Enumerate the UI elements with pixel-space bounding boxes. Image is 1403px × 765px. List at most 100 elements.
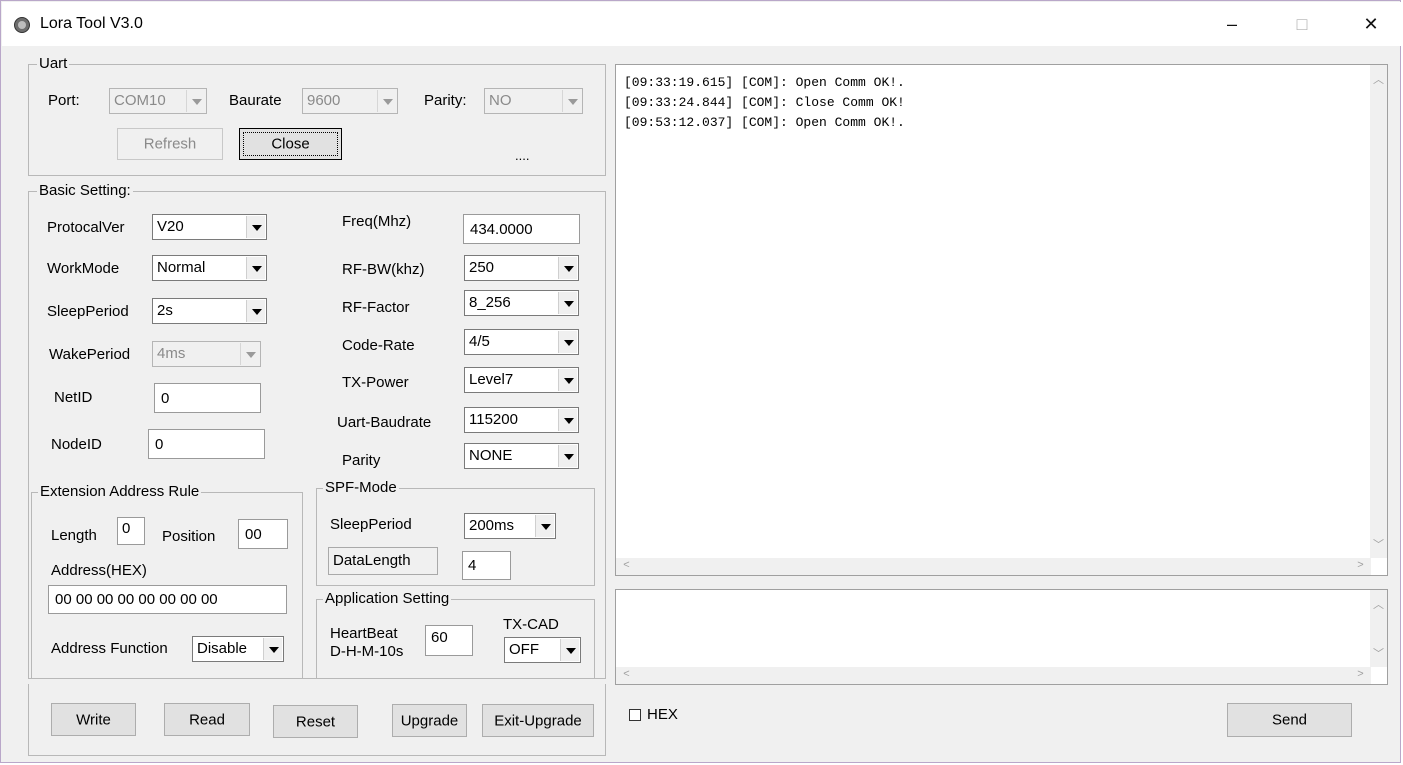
send-button-label: Send	[1271, 711, 1308, 729]
scroll-up-icon[interactable]: ︿	[1370, 596, 1387, 612]
log-horizontal-scrollbar[interactable]: < >	[616, 558, 1371, 575]
upgrade-button[interactable]: Upgrade	[392, 704, 467, 737]
scroll-down-icon[interactable]: ﹀	[1370, 645, 1387, 661]
reset-button-label: Reset	[295, 713, 336, 730]
address-hex-label: Address(HEX)	[51, 562, 147, 579]
datalength-input[interactable]: 4	[462, 551, 511, 580]
wakeperiod-label: WakePeriod	[49, 346, 131, 363]
datalength-value: 4	[468, 557, 477, 574]
chevron-down-icon	[240, 343, 259, 365]
txpower-select[interactable]: Level7	[464, 367, 579, 393]
uart-parity-select[interactable]: NO	[484, 88, 583, 114]
baurate-value: 9600	[307, 92, 341, 109]
protocal-select[interactable]: V20	[152, 214, 267, 240]
uart-status-text: ....	[515, 148, 530, 163]
chevron-down-icon	[558, 292, 577, 314]
hex-checkbox[interactable]	[629, 709, 641, 721]
scroll-down-icon[interactable]: ﹀	[1370, 536, 1387, 552]
refresh-button[interactable]: Refresh	[117, 128, 223, 160]
chevron-down-icon	[246, 257, 265, 279]
txcad-value: OFF	[509, 641, 539, 658]
uart-baudrate-value: 115200	[469, 411, 518, 428]
length-input[interactable]: 0	[117, 517, 145, 545]
rffactor-label: RF-Factor	[342, 299, 410, 316]
rffactor-select[interactable]: 8_256	[464, 290, 579, 316]
maximize-button[interactable]: □	[1279, 2, 1325, 46]
sleepperiod-select[interactable]: 2s	[152, 298, 267, 324]
scroll-left-icon[interactable]: <	[618, 559, 635, 571]
app-icon	[14, 17, 30, 33]
freq-input[interactable]: 434.0000	[463, 214, 580, 244]
window-title: Lora Tool V3.0	[40, 15, 143, 32]
position-input[interactable]: 00	[238, 519, 288, 549]
send-button[interactable]: Send	[1227, 703, 1352, 737]
address-function-select[interactable]: Disable	[192, 636, 284, 662]
uart-parity-value: NO	[489, 92, 512, 109]
send-vertical-scrollbar[interactable]: ︿ ﹀	[1370, 590, 1387, 667]
coderate-select[interactable]: 4/5	[464, 329, 579, 355]
baurate-select[interactable]: 9600	[302, 88, 398, 114]
address-hex-input[interactable]: 00 00 00 00 00 00 00 00	[48, 585, 287, 614]
chevron-down-icon	[246, 216, 265, 238]
scroll-right-icon[interactable]: >	[1352, 668, 1369, 680]
heartbeat-label: HeartBeat	[330, 625, 398, 642]
sleepperiod-value: 2s	[157, 302, 173, 319]
chevron-down-icon	[562, 90, 581, 112]
log-pane[interactable]: [09:33:19.615] [COM]: Open Comm OK!. [09…	[615, 64, 1388, 576]
uart-group-label: Uart	[37, 55, 70, 73]
upgrade-button-label: Upgrade	[400, 712, 459, 729]
rfbw-select[interactable]: 250	[464, 255, 579, 281]
title-bar: Lora Tool V3.0 – □ ✕	[2, 2, 1401, 46]
datalength-label: DataLength	[333, 552, 411, 569]
heartbeat-input[interactable]: 60	[425, 625, 473, 656]
netid-label: NetID	[54, 389, 93, 406]
parity-select[interactable]: NONE	[464, 443, 579, 469]
workmode-select[interactable]: Normal	[152, 255, 267, 281]
txcad-select[interactable]: OFF	[504, 637, 581, 663]
parity-value: NONE	[469, 447, 513, 464]
length-label: Length	[51, 527, 97, 544]
exit-upgrade-button[interactable]: Exit-Upgrade	[482, 704, 594, 737]
refresh-button-label: Refresh	[143, 135, 197, 153]
chevron-down-icon	[377, 90, 396, 112]
write-button-label: Write	[76, 711, 111, 728]
scroll-up-icon[interactable]: ︿	[1370, 71, 1387, 87]
txcad-label: TX-CAD	[503, 616, 559, 633]
wakeperiod-select[interactable]: 4ms	[152, 341, 261, 367]
send-horizontal-scrollbar[interactable]: < >	[616, 667, 1371, 684]
coderate-label: Code-Rate	[342, 337, 415, 354]
chevron-down-icon	[560, 639, 579, 661]
main-window: Lora Tool V3.0 – □ ✕ Uart Port: COM10 Ba…	[0, 0, 1401, 763]
chevron-down-icon	[558, 257, 577, 279]
uart-baudrate-select[interactable]: 115200	[464, 407, 579, 433]
send-input-pane[interactable]: ︿ ﹀ < >	[615, 589, 1388, 685]
close-window-button[interactable]: ✕	[1348, 2, 1394, 46]
scroll-right-icon[interactable]: >	[1352, 559, 1369, 571]
log-line: [09:33:24.844] [COM]: Close Comm OK!	[624, 95, 905, 110]
spf-sleepperiod-value: 200ms	[469, 517, 515, 534]
netid-input[interactable]: 0	[154, 383, 261, 413]
uart-parity-label: Parity:	[424, 92, 467, 109]
read-button[interactable]: Read	[164, 703, 250, 736]
netid-value: 0	[161, 390, 170, 407]
reset-button[interactable]: Reset	[273, 705, 358, 738]
minimize-button[interactable]: –	[1209, 2, 1255, 46]
baurate-label: Baurate	[229, 92, 282, 109]
scroll-left-icon[interactable]: <	[618, 668, 635, 680]
uart-baudrate-label: Uart-Baudrate	[337, 414, 432, 431]
close-port-button-label: Close	[271, 135, 310, 153]
address-function-value: Disable	[197, 640, 248, 657]
basic-setting-label: Basic Setting:	[37, 182, 133, 200]
nodeid-input[interactable]: 0	[148, 429, 265, 459]
application-setting-label: Application Setting	[323, 590, 452, 608]
log-vertical-scrollbar[interactable]: ︿ ﹀	[1370, 65, 1387, 558]
close-port-button[interactable]: Close	[239, 128, 342, 160]
address-hex-value: 00 00 00 00 00 00 00 00	[55, 591, 218, 608]
address-function-label: Address Function	[51, 640, 168, 657]
chevron-down-icon	[558, 369, 577, 391]
write-button[interactable]: Write	[51, 703, 136, 736]
spf-sleepperiod-select[interactable]: 200ms	[464, 513, 556, 539]
heartbeat-unit-label: D-H-M-10s	[330, 643, 404, 660]
chevron-down-icon	[246, 300, 265, 322]
port-select[interactable]: COM10	[109, 88, 207, 114]
